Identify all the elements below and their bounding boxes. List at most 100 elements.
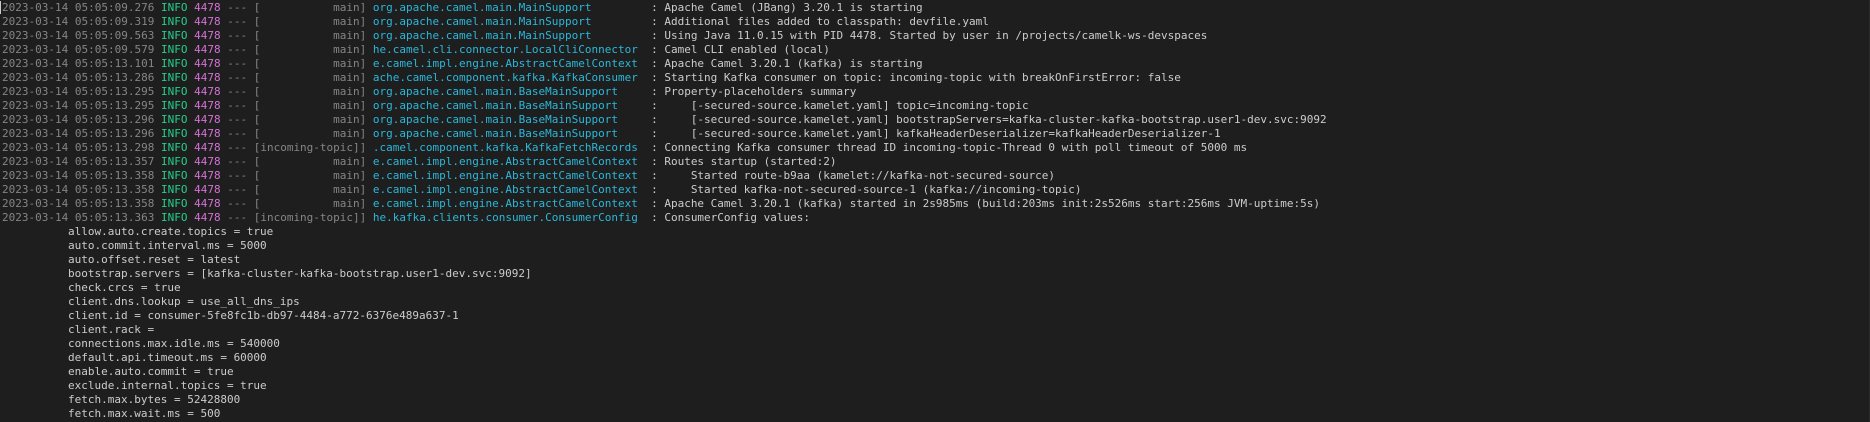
- log-pid: 4478: [194, 99, 221, 112]
- log-line: 2023-03-14 05:05:13.357 INFO 4478 --- [ …: [0, 155, 1870, 169]
- config-line: exclude.internal.topics = true: [68, 379, 267, 392]
- log-pid: 4478: [194, 155, 221, 168]
- log-logger: e.camel.impl.engine.AbstractCamelContext: [372, 197, 645, 210]
- log-level: INFO: [160, 71, 188, 84]
- log-thread: [ main]: [253, 43, 367, 56]
- log-thread: [ main]: [253, 127, 367, 140]
- terminal-output[interactable]: 2023-03-14 05:05:09.276 INFO 4478 --- [ …: [0, 0, 1870, 422]
- log-message: : Apache Camel 3.20.1 (kafka) started in…: [651, 197, 1320, 210]
- log-separator: ---: [227, 211, 248, 224]
- consumer-config-values: allow.auto.create.topics = true auto.comm…: [0, 225, 1870, 421]
- log-line: 2023-03-14 05:05:09.276 INFO 4478 --- [ …: [0, 1, 1870, 15]
- log-timestamp: 2023-03-14 05:05:13.286: [2, 71, 155, 84]
- log-thread: [ main]: [253, 197, 367, 210]
- log-logger: he.camel.cli.connector.LocalCliConnector: [372, 43, 645, 56]
- log-lines: 2023-03-14 05:05:09.276 INFO 4478 --- [ …: [0, 1, 1870, 225]
- log-separator: ---: [227, 99, 248, 112]
- config-line: client.id = consumer-5fe8fc1b-db97-4484-…: [68, 309, 459, 322]
- log-logger: e.camel.impl.engine.AbstractCamelContext: [372, 183, 645, 196]
- log-line: 2023-03-14 05:05:13.295 INFO 4478 --- [ …: [0, 99, 1870, 113]
- log-message: : Connecting Kafka consumer thread ID in…: [651, 141, 1248, 154]
- log-logger: e.camel.impl.engine.AbstractCamelContext: [372, 155, 645, 168]
- log-level: INFO: [160, 43, 188, 56]
- log-level: INFO: [160, 141, 188, 154]
- log-separator: ---: [227, 29, 248, 42]
- log-thread: [ main]: [253, 57, 367, 70]
- log-level: INFO: [160, 155, 188, 168]
- log-pid: 4478: [194, 211, 221, 224]
- log-pid: 4478: [194, 29, 221, 42]
- log-timestamp: 2023-03-14 05:05:13.363: [2, 211, 155, 224]
- log-logger: he.kafka.clients.consumer.ConsumerConfig: [372, 211, 645, 224]
- log-line: 2023-03-14 05:05:13.101 INFO 4478 --- [ …: [0, 57, 1870, 71]
- config-line: auto.offset.reset = latest: [68, 253, 241, 266]
- log-message: : Apache Camel (JBang) 3.20.1 is startin…: [651, 1, 923, 14]
- log-thread: [ main]: [253, 183, 367, 196]
- log-separator: ---: [227, 71, 248, 84]
- log-line: 2023-03-14 05:05:13.295 INFO 4478 --- [ …: [0, 85, 1870, 99]
- log-message: : Camel CLI enabled (local): [651, 43, 830, 56]
- log-thread: [ main]: [253, 169, 367, 182]
- log-level: INFO: [160, 197, 188, 210]
- log-logger: .camel.component.kafka.KafkaFetchRecords: [372, 141, 645, 154]
- log-thread: [ main]: [253, 71, 367, 84]
- log-timestamp: 2023-03-14 05:05:13.295: [2, 99, 155, 112]
- log-thread: [ main]: [253, 155, 367, 168]
- log-message: : Started route-b9aa (kamelet://kafka-no…: [651, 169, 1056, 182]
- log-line: 2023-03-14 05:05:13.296 INFO 4478 --- [ …: [0, 127, 1870, 141]
- log-level: INFO: [160, 113, 188, 126]
- log-logger: org.apache.camel.main.BaseMainSupport: [372, 113, 645, 126]
- log-pid: 4478: [194, 113, 221, 126]
- text-cursor: [0, 1, 1, 14]
- log-logger: org.apache.camel.main.MainSupport: [372, 1, 645, 14]
- log-line: 2023-03-14 05:05:09.579 INFO 4478 --- [ …: [0, 43, 1870, 57]
- log-logger: org.apache.camel.main.BaseMainSupport: [372, 85, 645, 98]
- log-message: : Using Java 11.0.15 with PID 4478. Star…: [651, 29, 1208, 42]
- log-pid: 4478: [194, 71, 221, 84]
- log-level: INFO: [160, 211, 188, 224]
- log-timestamp: 2023-03-14 05:05:13.358: [2, 183, 155, 196]
- config-line: auto.commit.interval.ms = 5000: [68, 239, 267, 252]
- config-line: enable.auto.commit = true: [68, 365, 234, 378]
- log-separator: ---: [227, 155, 248, 168]
- log-pid: 4478: [194, 197, 221, 210]
- log-separator: ---: [227, 197, 248, 210]
- log-thread: [ main]: [253, 85, 367, 98]
- log-line: 2023-03-14 05:05:13.358 INFO 4478 --- [ …: [0, 183, 1870, 197]
- log-message: : Started kafka-not-secured-source-1 (ka…: [651, 183, 1082, 196]
- log-timestamp: 2023-03-14 05:05:13.296: [2, 113, 155, 126]
- log-pid: 4478: [194, 141, 221, 154]
- log-timestamp: 2023-03-14 05:05:13.298: [2, 141, 155, 154]
- log-line: 2023-03-14 05:05:13.358 INFO 4478 --- [ …: [0, 169, 1870, 183]
- log-pid: 4478: [194, 169, 221, 182]
- config-line: connections.max.idle.ms = 540000: [68, 337, 280, 350]
- log-timestamp: 2023-03-14 05:05:13.358: [2, 197, 155, 210]
- config-line: fetch.max.bytes = 52428800: [68, 393, 241, 406]
- log-message: : [-secured-source.kamelet.yaml] kafkaHe…: [651, 127, 1221, 140]
- log-pid: 4478: [194, 1, 221, 14]
- log-level: INFO: [160, 1, 188, 14]
- config-line: allow.auto.create.topics = true: [68, 225, 274, 238]
- log-thread: [incoming-topic]]: [253, 141, 367, 154]
- log-logger: org.apache.camel.main.MainSupport: [372, 15, 645, 28]
- log-pid: 4478: [194, 127, 221, 140]
- log-logger: e.camel.impl.engine.AbstractCamelContext: [372, 57, 645, 70]
- log-level: INFO: [160, 15, 188, 28]
- log-separator: ---: [227, 43, 248, 56]
- log-message: : ConsumerConfig values:: [651, 211, 811, 224]
- log-line: 2023-03-14 05:05:13.363 INFO 4478 --- [i…: [0, 211, 1870, 225]
- config-line: client.rack =: [68, 323, 155, 336]
- config-line: check.crcs = true: [68, 281, 181, 294]
- log-logger: org.apache.camel.main.BaseMainSupport: [372, 99, 645, 112]
- log-level: INFO: [160, 29, 188, 42]
- config-line: bootstrap.servers = [kafka-cluster-kafka…: [68, 267, 532, 280]
- log-logger: org.apache.camel.main.BaseMainSupport: [372, 127, 645, 140]
- log-logger: org.apache.camel.main.MainSupport: [372, 29, 645, 42]
- log-level: INFO: [160, 57, 188, 70]
- log-pid: 4478: [194, 183, 221, 196]
- log-line: 2023-03-14 05:05:09.319 INFO 4478 --- [ …: [0, 15, 1870, 29]
- log-pid: 4478: [194, 15, 221, 28]
- log-timestamp: 2023-03-14 05:05:09.276: [2, 1, 155, 14]
- log-separator: ---: [227, 57, 248, 70]
- log-timestamp: 2023-03-14 05:05:13.101: [2, 57, 155, 70]
